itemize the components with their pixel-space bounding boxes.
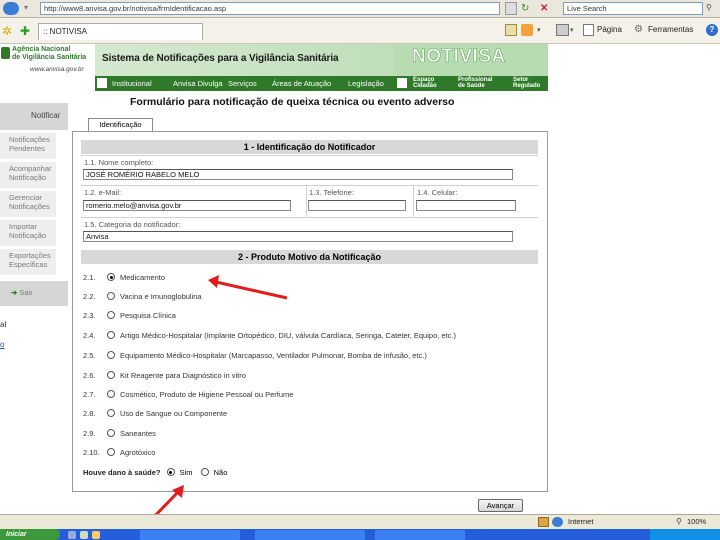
status-bar: Internet ⚲ 100% xyxy=(0,514,720,529)
quicklaunch-icon[interactable] xyxy=(80,531,88,539)
zone-icon xyxy=(538,517,549,527)
zoom-icon[interactable]: ⚲ xyxy=(676,517,686,527)
red-arrow-1 xyxy=(208,275,288,300)
quicklaunch-icon[interactable] xyxy=(68,531,76,539)
system-tray xyxy=(650,529,720,540)
quicklaunch-icon[interactable] xyxy=(92,531,100,539)
taskbar-window[interactable] xyxy=(255,530,365,540)
taskbar-window[interactable] xyxy=(140,530,240,540)
windows-taskbar: Iniciar xyxy=(0,529,720,540)
annotation-arrows xyxy=(148,275,288,523)
internet-globe-icon xyxy=(552,517,563,527)
zone-label: Internet xyxy=(568,517,594,526)
zoom-level[interactable]: 100% xyxy=(687,517,706,526)
start-button[interactable]: Iniciar xyxy=(0,529,60,540)
taskbar-window[interactable] xyxy=(375,530,465,540)
